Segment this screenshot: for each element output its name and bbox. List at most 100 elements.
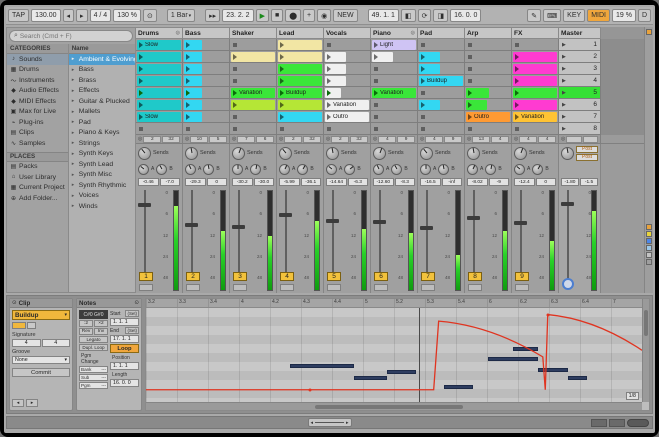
fader-handle[interactable] xyxy=(279,212,292,217)
clip-slot[interactable] xyxy=(183,87,230,99)
list-item-piano-keys[interactable]: ▸ Piano & Keys xyxy=(69,128,135,139)
clip[interactable]: Variation xyxy=(231,87,275,98)
show-hide-info-button[interactable] xyxy=(627,418,649,427)
pan-display[interactable]: -8.3 xyxy=(394,178,415,186)
pan-knob[interactable] xyxy=(514,146,527,160)
track-header-bass[interactable]: Bass xyxy=(183,27,230,39)
solo-button[interactable] xyxy=(374,284,388,291)
volume-display[interactable]: -14.64 xyxy=(326,178,347,186)
solo-button[interactable] xyxy=(280,284,294,291)
clip[interactable] xyxy=(466,87,489,98)
send-b-knob[interactable] xyxy=(391,163,403,175)
fader-handle[interactable] xyxy=(185,223,198,227)
fader-handle[interactable] xyxy=(373,220,386,224)
send-a-knob[interactable] xyxy=(467,163,478,175)
sidebar-item-samples[interactable]: ∿ Samples xyxy=(7,138,68,149)
send-a-knob[interactable] xyxy=(326,163,337,175)
clip[interactable] xyxy=(137,75,181,86)
midi-map-button[interactable]: MIDI xyxy=(587,9,610,22)
list-item-voices[interactable]: ▸ Voices xyxy=(69,191,135,202)
volume-display[interactable]: -29.3 xyxy=(185,178,206,186)
track-header-vocals[interactable]: Vocals xyxy=(324,27,371,39)
clip-slot[interactable] xyxy=(371,111,418,123)
punch-in-button[interactable]: ◧ xyxy=(400,9,416,22)
send-b-post-toggle[interactable]: Post xyxy=(576,153,598,161)
clip-slot[interactable]: Variation xyxy=(512,111,559,123)
clip-slot[interactable] xyxy=(324,63,371,75)
volume-display[interactable]: -16.5 xyxy=(420,178,441,186)
grid-setting[interactable]: 1/8 xyxy=(625,392,639,400)
track-number[interactable]: 7 xyxy=(421,272,435,281)
solo-button[interactable] xyxy=(186,284,200,291)
position-value[interactable]: 1. 1. 1 xyxy=(110,362,139,370)
pan-knob[interactable] xyxy=(373,146,386,160)
send-a-knob[interactable] xyxy=(232,163,243,175)
send-b-knob[interactable] xyxy=(203,163,215,175)
clip[interactable] xyxy=(184,63,203,74)
pan-display[interactable]: -1.5 xyxy=(580,178,598,186)
sidebar-item-midi-effects[interactable]: ◆ MIDI Effects xyxy=(7,96,68,107)
clip-slot[interactable] xyxy=(136,87,183,99)
clip[interactable] xyxy=(325,63,346,74)
send-b-knob[interactable] xyxy=(532,163,544,175)
track-number[interactable]: 4 xyxy=(280,272,294,281)
send-b-knob[interactable] xyxy=(297,163,309,175)
cue-button[interactable] xyxy=(562,278,574,290)
volume-display[interactable]: -12.4 xyxy=(514,178,535,186)
clip-slot[interactable] xyxy=(512,63,559,75)
clip-slot[interactable] xyxy=(324,123,371,135)
clip-slot[interactable] xyxy=(465,51,512,63)
clip-slot[interactable]: Buildup xyxy=(277,87,324,99)
clip-slot[interactable]: Variation xyxy=(371,87,418,99)
pan-display[interactable]: -7.0 xyxy=(159,178,180,186)
track-header-pad[interactable]: Pad xyxy=(418,27,465,39)
volume-display[interactable]: -30.2 xyxy=(232,178,253,186)
search-input[interactable] xyxy=(19,32,128,40)
view-toggle-2[interactable] xyxy=(646,231,652,237)
clip-slot[interactable] xyxy=(136,63,183,75)
volume-display[interactable]: -12.60 xyxy=(373,178,394,186)
sidebar-item-packs[interactable]: ▤ Packs xyxy=(7,162,68,173)
clip-slot[interactable] xyxy=(465,87,512,99)
automation-breakpoint[interactable] xyxy=(308,388,312,392)
halve-tempo-button[interactable]: :2 xyxy=(79,320,93,327)
sidebar-item-user-library[interactable]: ⌂ User Library xyxy=(7,172,68,183)
clip[interactable] xyxy=(372,51,393,62)
track-number[interactable]: 8 xyxy=(468,272,482,281)
clip-slot[interactable] xyxy=(230,51,277,63)
list-item-synth-rhythmic[interactable]: ▸ Synth Rhythmic xyxy=(69,180,135,191)
clip-slot[interactable]: Buildup xyxy=(418,75,465,87)
reverse-button[interactable]: Rev xyxy=(79,328,93,335)
clip[interactable] xyxy=(513,51,557,62)
sidebar-item-current-project[interactable]: ▦ Current Project xyxy=(7,183,68,194)
clip-slot[interactable] xyxy=(418,87,465,99)
clip[interactable]: Buildup xyxy=(419,75,463,86)
automation-arm-button[interactable]: ◉ xyxy=(317,9,332,22)
clip[interactable]: Light xyxy=(372,39,416,50)
sidebar-item-plug-ins[interactable]: ⌁ Plug-ins xyxy=(7,117,68,128)
clip[interactable]: Buildup xyxy=(278,87,322,98)
send-a-knob[interactable] xyxy=(138,163,149,175)
clip-slot[interactable] xyxy=(512,75,559,87)
send-a-knob[interactable] xyxy=(514,163,525,175)
groove-amount-display[interactable]: 130 % xyxy=(113,9,142,22)
loop-toggle-button[interactable]: Loop xyxy=(110,344,139,353)
detail-resize-handle[interactable]: ◂ ▸ xyxy=(307,418,352,427)
legato-button[interactable]: Legato xyxy=(79,336,108,343)
pan-knob[interactable] xyxy=(279,146,292,160)
clip-slot[interactable] xyxy=(418,99,465,111)
sidebar-item-sounds[interactable]: ♪ Sounds xyxy=(7,54,68,65)
clip-slot[interactable] xyxy=(324,87,371,99)
clip-name-field[interactable]: Buildup ▾ xyxy=(12,310,70,320)
clip-slot[interactable] xyxy=(371,75,418,87)
clip-slot[interactable] xyxy=(230,123,277,135)
clip[interactable] xyxy=(278,39,322,50)
track-number[interactable]: 9 xyxy=(515,272,529,281)
clip[interactable] xyxy=(419,63,440,74)
editor-ruler[interactable]: 3.2 3.3 3.4 4 4.2 4.3 4.4 5 5.2 5.3 5.4 6 6.2 6.3 6.4 7 xyxy=(146,299,642,308)
clip-slot[interactable] xyxy=(230,75,277,87)
scene-slot-3[interactable]: ▶ 3 xyxy=(559,63,601,75)
clip-slot[interactable] xyxy=(324,75,371,87)
signature-numerator[interactable]: 4 xyxy=(12,339,41,347)
clip-slot[interactable] xyxy=(136,75,183,87)
